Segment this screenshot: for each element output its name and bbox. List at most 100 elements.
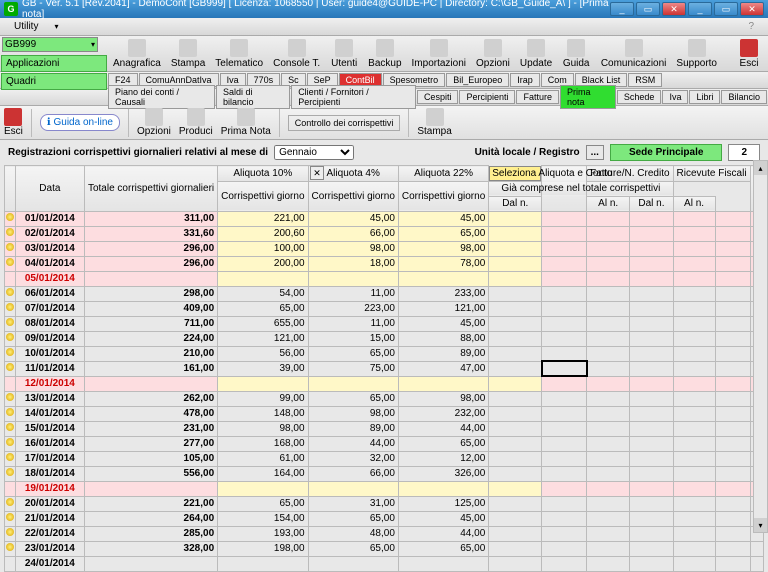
restore-button[interactable]: ▭ (636, 2, 660, 16)
tab-Piano dei conti / Causali[interactable]: Piano dei conti / Causali (108, 85, 215, 109)
controllo-corrispettivi-button[interactable]: Controllo dei corrispettivi (288, 115, 401, 131)
table-row[interactable]: 01/01/2014311,00221,0045,0045,00 (5, 211, 764, 226)
table-row[interactable]: 02/01/2014331,60200,6066,0065,00 (5, 226, 764, 241)
table-row[interactable]: 18/01/2014556,00164,0066,00326,00 (5, 466, 764, 481)
tab-Fatture[interactable]: Fatture (516, 90, 559, 104)
month-select[interactable]: Gennaio (274, 145, 354, 160)
close-button[interactable]: ✕ (662, 2, 686, 16)
child-minimize-button[interactable]: _ (688, 2, 712, 16)
tb-telematico[interactable]: Telematico (210, 37, 268, 71)
minimize-button[interactable]: _ (610, 2, 634, 16)
scroll-down-button[interactable]: ▾ (754, 518, 767, 532)
table-row[interactable]: 10/01/2014210,0056,0065,0089,00 (5, 346, 764, 361)
table-row[interactable]: 22/01/2014285,00193,0048,0044,00 (5, 526, 764, 541)
table-row[interactable]: 14/01/2014478,00148,0098,00232,00 (5, 406, 764, 421)
note-icon (237, 108, 255, 126)
quadri-button[interactable]: Quadri (1, 73, 107, 90)
tab-Libri[interactable]: Libri (689, 90, 720, 104)
table-row[interactable]: 17/01/2014105,0061,0032,0012,00 (5, 451, 764, 466)
row-marker-icon (6, 543, 14, 551)
row-marker-icon (6, 513, 14, 521)
row-marker-icon (6, 408, 14, 416)
tab-Irap[interactable]: Irap (510, 73, 540, 87)
col-ricevute: Ricevute Fiscali (673, 166, 750, 182)
tb-update[interactable]: Update (515, 37, 557, 71)
row-marker-icon (6, 423, 14, 431)
table-row[interactable]: 21/01/2014264,00154,0065,0045,00 (5, 511, 764, 526)
tb-importazioni[interactable]: Importazioni (407, 37, 471, 71)
print-icon (426, 108, 444, 126)
row-marker-icon (6, 303, 14, 311)
ditta-select[interactable]: GB999▾ (2, 37, 98, 52)
window-title: GB - Ver. 5.1 [Rev.2041] - DemoCont [GB9… (22, 0, 610, 20)
tab-Percipienti[interactable]: Percipienti (459, 90, 515, 104)
tb-supporto[interactable]: Supporto (671, 37, 722, 71)
tab-Prima nota[interactable]: Prima nota (560, 85, 616, 109)
table-row[interactable]: 23/01/2014328,00198,0065,0065,00 (5, 541, 764, 556)
tab-Clienti / Fornitori / Percipienti[interactable]: Clienti / Fornitori / Percipienti (291, 85, 416, 109)
col-seleziona[interactable]: Seleziona Aliquota e Conto (489, 166, 541, 181)
table-row[interactable]: 04/01/2014296,00200,0018,0078,00 (5, 256, 764, 271)
opzioni-button[interactable]: Opzioni (137, 108, 171, 137)
col-data[interactable]: Data (15, 166, 84, 212)
table-row[interactable]: 06/01/2014298,0054,0011,00233,00 (5, 286, 764, 301)
table-row[interactable]: 15/01/2014231,0098,0089,0044,00 (5, 421, 764, 436)
corrispettivi-grid[interactable]: Data Totale corrispettivi giornalieri Al… (4, 165, 764, 572)
esci-button[interactable]: Esci (730, 37, 768, 71)
child-close-button[interactable]: ✕ (740, 2, 764, 16)
table-row[interactable]: 05/01/2014 (5, 271, 764, 286)
table-row[interactable]: 07/01/2014409,0065,00223,00121,00 (5, 301, 764, 316)
table-row[interactable]: 09/01/2014224,00121,0015,0088,00 (5, 331, 764, 346)
tab-RSM[interactable]: RSM (628, 73, 662, 87)
tab-Cespiti[interactable]: Cespiti (417, 90, 459, 104)
produci-button[interactable]: Produci (179, 108, 213, 137)
child-restore-button[interactable]: ▭ (714, 2, 738, 16)
tb-comunicazioni[interactable]: Comunicazioni (596, 37, 672, 71)
tb-stampa[interactable]: Stampa (166, 37, 210, 71)
row-marker-icon (6, 243, 14, 251)
table-row[interactable]: 13/01/2014262,0099,0065,0098,00 (5, 391, 764, 406)
tb-backup[interactable]: Backup (363, 37, 406, 71)
tb-opzioni[interactable]: Opzioni (471, 37, 515, 71)
col-aliq10[interactable]: Aliquota 10% (218, 166, 308, 182)
row-marker-icon (6, 453, 14, 461)
applicazioni-button[interactable]: Applicazioni (1, 55, 107, 72)
vertical-scrollbar[interactable]: ▴ ▾ (753, 160, 768, 533)
tab-Saldi di bilancio[interactable]: Saldi di bilancio (216, 85, 290, 109)
tb-anagrafica[interactable]: Anagrafica (108, 37, 166, 71)
table-row[interactable]: 24/01/2014 (5, 556, 764, 571)
table-row[interactable]: 03/01/2014296,00100,0098,0098,00 (5, 241, 764, 256)
close-column-button[interactable]: ✕ (310, 166, 324, 180)
table-row[interactable]: 11/01/2014161,0039,0075,0047,00 (5, 361, 764, 376)
menu-utility[interactable]: Utility (6, 21, 46, 32)
col-totale[interactable]: Totale corrispettivi giornalieri (84, 166, 217, 212)
unita-label: Unità locale / Registro (475, 147, 580, 158)
row-marker-icon (6, 438, 14, 446)
stampa-button[interactable]: Stampa (417, 108, 451, 137)
row-marker-icon (6, 468, 14, 476)
prima-nota-button[interactable]: Prima Nota (221, 108, 271, 137)
sub-esci-button[interactable]: Esci (4, 108, 23, 137)
tab-Bil_Europeo[interactable]: Bil_Europeo (446, 73, 509, 87)
registro-dots-button[interactable]: ... (586, 145, 604, 160)
main-toolbar-row: GB999▾ 20▾ 256200▾ AnagraficaStampaTelem… (0, 36, 768, 72)
tb-console t.[interactable]: Console T. (268, 37, 325, 71)
tab-Bilancio[interactable]: Bilancio (721, 90, 767, 104)
row-marker-icon (6, 498, 14, 506)
table-row[interactable]: 19/01/2014 (5, 481, 764, 496)
menu-help[interactable]: ? (740, 21, 762, 32)
menubar: Utility▾ ? (0, 18, 768, 36)
table-row[interactable]: 20/01/2014221,0065,0031,00125,00 (5, 496, 764, 511)
guida-online-button[interactable]: ℹ Guida on-line (40, 114, 120, 131)
col-aliq22[interactable]: Aliquota 22% (398, 166, 488, 182)
table-row[interactable]: 08/01/2014711,00655,0011,0045,00 (5, 316, 764, 331)
table-row[interactable]: 16/01/2014277,00168,0044,0065,00 (5, 436, 764, 451)
tab-Schede[interactable]: Schede (617, 90, 662, 104)
scroll-up-button[interactable]: ▴ (754, 161, 767, 175)
table-row[interactable]: 12/01/2014 (5, 376, 764, 391)
tb-guida[interactable]: Guida (557, 37, 595, 71)
tab-row-2: Piano dei conti / CausaliSaldi di bilanc… (0, 89, 768, 106)
tb-utenti[interactable]: Utenti (325, 37, 363, 71)
tab-Iva[interactable]: Iva (662, 90, 688, 104)
row-marker-icon (6, 318, 14, 326)
